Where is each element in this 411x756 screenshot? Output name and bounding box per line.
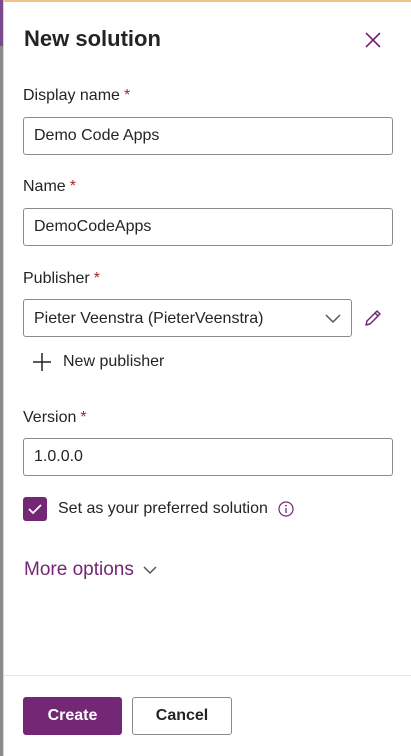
required-marker: * [80,409,87,426]
chevron-down-icon [325,314,341,324]
chevron-down-icon [143,566,157,575]
cancel-button[interactable]: Cancel [132,697,232,735]
version-label-text: Version [23,409,77,426]
required-marker: * [123,87,131,104]
publisher-label: Publisher * [23,270,100,288]
preferred-solution-row: Set as your preferred solution [23,497,294,521]
info-icon[interactable] [278,501,294,517]
version-input[interactable] [23,438,393,476]
display-name-input[interactable] [23,117,393,155]
new-publisher-button[interactable]: New publisher [32,350,164,374]
more-options-label: More options [24,559,134,580]
required-marker: * [69,178,76,195]
version-label: Version * [23,409,87,427]
create-button[interactable]: Create [23,697,122,735]
new-solution-panel: New solution Display name* Name* Publish… [3,0,411,756]
preferred-solution-checkbox[interactable] [23,497,47,521]
footer-divider [4,675,411,676]
publisher-selected-value: Pieter Veenstra (PieterVeenstra) [34,310,264,327]
name-input[interactable] [23,208,393,246]
required-marker: * [93,270,100,287]
publisher-dropdown[interactable]: Pieter Veenstra (PieterVeenstra) [23,299,352,337]
name-label: Name * [23,178,76,196]
new-publisher-label: New publisher [63,353,165,370]
more-options-toggle[interactable]: More options [24,559,157,581]
close-icon[interactable] [362,29,384,51]
display-name-label: Display name * [23,87,130,105]
checkmark-icon [28,504,42,515]
name-label-text: Name [23,178,66,195]
publisher-label-text: Publisher [23,270,90,287]
plus-icon [33,353,51,371]
panel-title: New solution [24,26,161,51]
display-name-label-text: Display name [23,87,120,104]
preferred-solution-label: Set as your preferred solution [58,500,268,517]
pencil-icon[interactable] [362,307,384,329]
